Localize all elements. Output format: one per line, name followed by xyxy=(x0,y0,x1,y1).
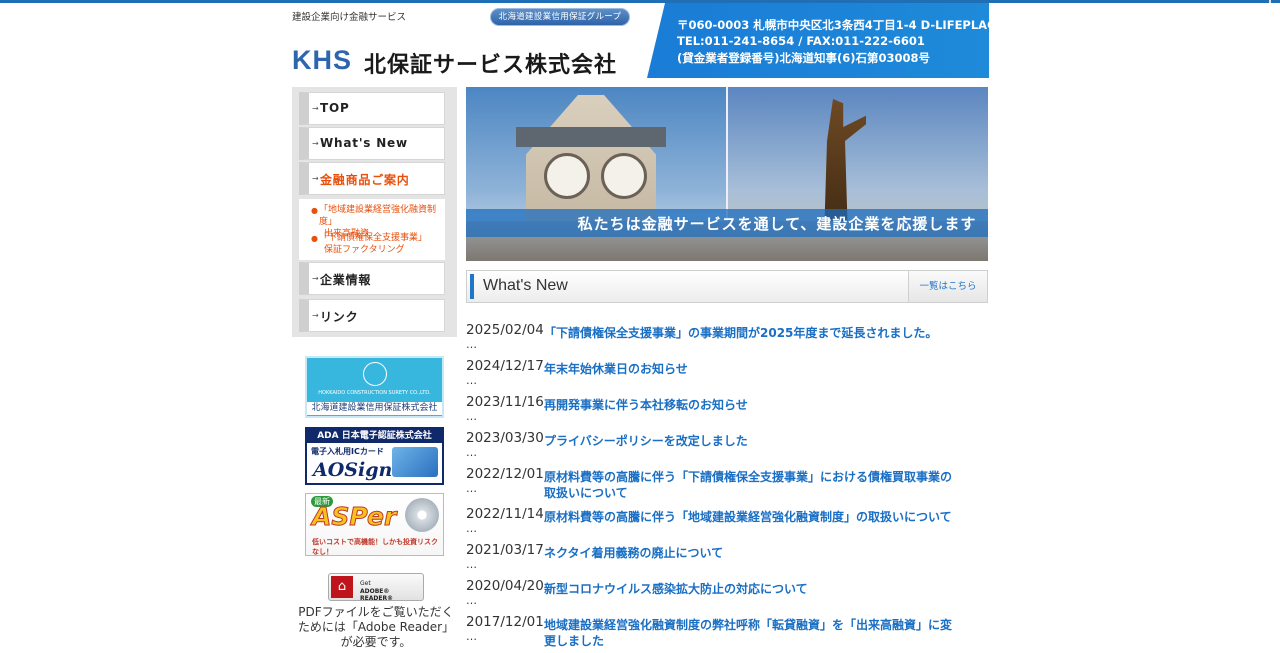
company-name[interactable]: 北保証サービス株式会社 xyxy=(364,47,617,79)
news-link[interactable]: 原材料費等の高騰に伴う「地域建設業経営強化融資制度」の取扱いについて xyxy=(544,505,952,541)
news-item: 2017/12/01… 地域建設業経営強化融資制度の弊社呼称「転貸融資」を「出来高… xyxy=(466,613,966,653)
news-ellipsis: … xyxy=(466,482,477,495)
bullet-icon: ● xyxy=(311,234,318,243)
arrow-right-icon: → xyxy=(312,104,319,113)
news-item: 2023/11/16… 再開発事業に伴う本社移転のお知らせ xyxy=(466,393,966,429)
news-ellipsis: … xyxy=(466,630,477,643)
news-ellipsis: … xyxy=(466,594,477,607)
nav-item-label: 企業情報 xyxy=(320,273,372,287)
news-ellipsis: … xyxy=(466,374,477,387)
whats-new-title: What's New xyxy=(483,277,568,294)
ic-card-icon xyxy=(392,447,438,477)
news-link[interactable]: 新型コロナウイルス感染拡大防止の対応について xyxy=(544,577,952,613)
whats-new-header: What's New 一覧はこちら xyxy=(466,270,988,303)
news-date: 2024/12/17 xyxy=(466,358,544,374)
news-date: 2017/12/01 xyxy=(466,614,544,630)
news-item: 2023/03/30… プライバシーポリシーを改定しました xyxy=(466,429,966,465)
header-registration: (貸金業者登録番号)北海道知事(6)石第03008号 xyxy=(677,51,931,65)
news-link[interactable]: 原材料費等の高騰に伴う「下請債権保全支援事業」における債権買取事業の取扱いについ… xyxy=(544,465,952,501)
news-date: 2021/03/17 xyxy=(466,542,544,558)
logo-abbr[interactable]: KHS xyxy=(292,45,352,76)
pdf-note: PDFファイルをご覧いただくためには「Adobe Reader」が必要です。 xyxy=(297,605,455,649)
arrow-right-icon: → xyxy=(312,274,319,283)
emblem-icon xyxy=(363,362,387,386)
nav-item-whats-new[interactable]: → What's New xyxy=(299,127,445,160)
header-tagline: 建設企業向け金融サービス xyxy=(292,12,407,23)
arrow-right-icon: → xyxy=(312,139,319,148)
nav-item-label: 金融商品ご案内 xyxy=(320,173,410,187)
sidebar-nav: → TOP → What's New → 金融商品ご案内 ● 「地域建設業経営強… xyxy=(292,87,457,337)
banner-aosign[interactable]: ADA 日本電子認証株式会社 電子入札用ICカード AOSign xyxy=(305,427,444,485)
news-item: 2024/12/17… 年末年始休業日のお知らせ xyxy=(466,357,966,393)
news-link[interactable]: 地域建設業経営強化融資制度の弊社呼称「転貸融資」を「出来高融資」に変更しました xyxy=(544,613,952,649)
news-link[interactable]: ネクタイ着用義務の廃止について xyxy=(544,541,952,577)
news-date: 2023/11/16 xyxy=(466,394,544,410)
nav-item-label: TOP xyxy=(320,101,350,115)
clock-icon xyxy=(601,153,647,199)
news-item: 2025/02/04… 「下請債権保全支援事業」の事業期間が2025年度まで延長さ… xyxy=(466,321,966,357)
news-item: 2021/03/17… ネクタイ着用義務の廃止について xyxy=(466,541,966,577)
news-date: 2020/04/20 xyxy=(466,578,544,594)
nav-item-label: What's New xyxy=(320,136,408,150)
news-ellipsis: … xyxy=(466,446,477,459)
news-list: 2025/02/04… 「下請債権保全支援事業」の事業期間が2025年度まで延長さ… xyxy=(466,321,966,653)
news-ellipsis: … xyxy=(466,338,477,351)
header-contact-panel: 〒060-0003 札幌市中央区北3条西4丁目1-4 D-LIFEPLACE札幌… xyxy=(647,3,989,78)
header-address: 〒060-0003 札幌市中央区北3条西4丁目1-4 D-LIFEPLACE札幌… xyxy=(677,18,989,32)
news-item: 2022/11/14… 原材料費等の高騰に伴う「地域建設業経営強化融資制度」の取扱… xyxy=(466,505,966,541)
nav-sub-item-factoring[interactable]: 「下請債権保全支援事業」 保証ファクタリング xyxy=(319,232,427,256)
news-link[interactable]: プライバシーポリシーを改定しました xyxy=(544,429,952,465)
news-ellipsis: … xyxy=(466,410,477,423)
news-ellipsis: … xyxy=(466,522,477,535)
banner-asper[interactable]: 最新 ASPer 低いコストで高機能！しかも投資リスクなし！ xyxy=(305,493,444,556)
news-item: 2022/12/01… 原材料費等の高騰に伴う「下請債権保全支援事業」における債権… xyxy=(466,465,966,505)
news-link[interactable]: 再開発事業に伴う本社移転のお知らせ xyxy=(544,393,952,429)
nav-item-company[interactable]: → 企業情報 xyxy=(299,262,445,295)
cd-disc-icon xyxy=(405,498,439,532)
nav-item-top[interactable]: → TOP xyxy=(299,92,445,125)
hero-banner: 私たちは金融サービスを通して、建設企業を応援します xyxy=(466,87,988,261)
news-date: 2025/02/04 xyxy=(466,322,544,338)
nav-item-links[interactable]: → リンク xyxy=(299,299,445,332)
site-header: 建設企業向け金融サービス 北海道建設業信用保証グループ KHS 北保証サービス株… xyxy=(292,3,989,78)
hero-caption: 私たちは金融サービスを通して、建設企業を応援します xyxy=(577,215,977,233)
get-adobe-reader-button[interactable]: ⌂ Get ADOBE® READER® xyxy=(328,573,424,602)
news-link[interactable]: 「下請債権保全支援事業」の事業期間が2025年度まで延長されました。 xyxy=(544,321,952,357)
header-tel-fax: TEL:011-241-8654 / FAX:011-222-6601 xyxy=(677,34,925,48)
nav-submenu: ● 「地域建設業経営強化融資制度」 出来高融資 ● 「下請債権保全支援事業」 保… xyxy=(299,199,445,260)
news-date: 2022/11/14 xyxy=(466,506,544,522)
news-date: 2023/03/30 xyxy=(466,430,544,446)
view-all-button[interactable]: 一覧はこちら xyxy=(908,271,987,302)
arrow-right-icon: → xyxy=(312,174,319,183)
news-date: 2022/12/01 xyxy=(466,466,544,482)
pdf-icon: ⌂ xyxy=(331,576,353,598)
nav-item-products[interactable]: → 金融商品ご案内 xyxy=(299,162,445,195)
nav-item-label: リンク xyxy=(320,310,359,324)
news-link[interactable]: 年末年始休業日のお知らせ xyxy=(544,357,952,393)
clock-icon xyxy=(544,153,590,199)
news-item: 2020/04/20… 新型コロナウイルス感染拡大防止の対応について xyxy=(466,577,966,613)
banner-hokkaido-surety[interactable]: HOKKAIDO CONSTRUCTION SURETY CO.,LTD. 北海… xyxy=(305,356,444,418)
arrow-right-icon: → xyxy=(312,311,319,320)
bullet-icon: ● xyxy=(311,206,318,215)
group-badge: 北海道建設業信用保証グループ xyxy=(490,8,630,26)
news-ellipsis: … xyxy=(466,558,477,571)
